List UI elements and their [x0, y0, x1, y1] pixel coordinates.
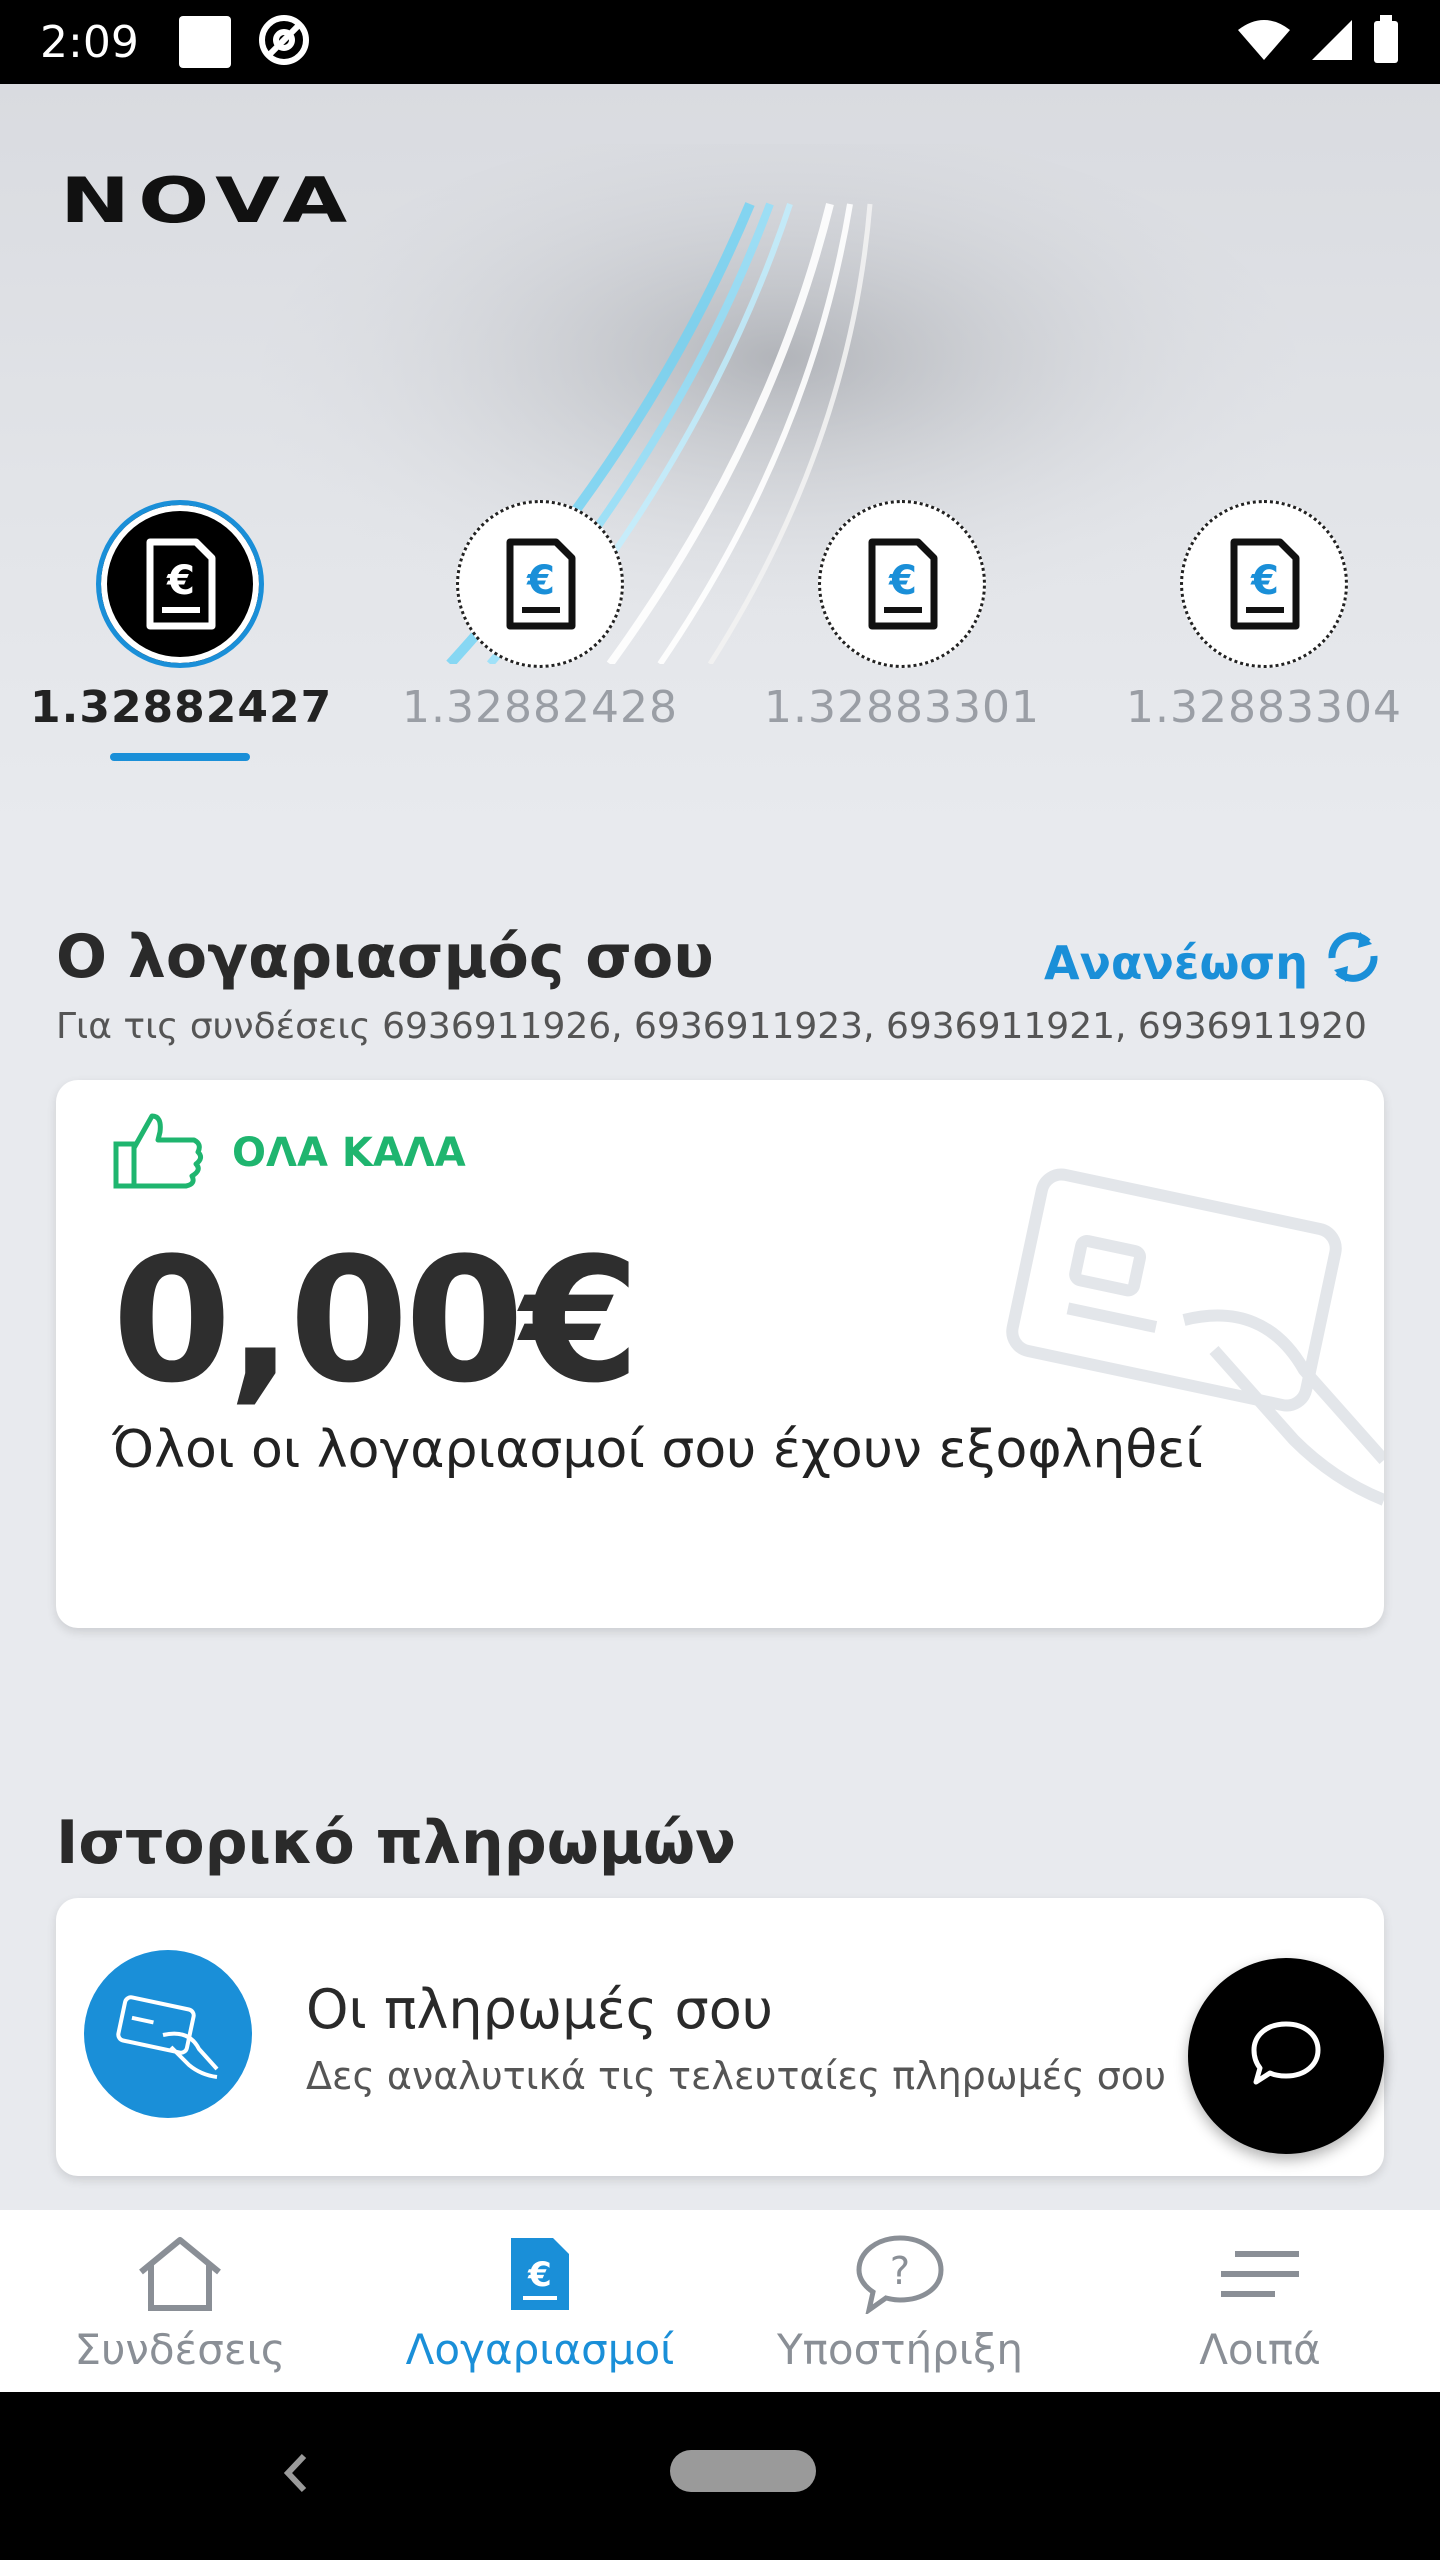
account-number: 1.32882427	[30, 682, 333, 733]
card-hand-illustration	[1006, 1168, 1384, 1506]
signal-icon	[1310, 18, 1354, 67]
account-number: 1.32883301	[764, 682, 1040, 733]
balance-card[interactable]: ΟΛΑ ΚΑΛΑ 0,00€ Όλοι οι λογαριασμοί σου έ…	[56, 1080, 1384, 1628]
refresh-button[interactable]: Ανανέωση	[1044, 928, 1384, 997]
payments-card[interactable]: Οι πληρωμές σου Δες αναλυτικά τις τελευτ…	[56, 1898, 1384, 2176]
nav-more[interactable]: Λοιπά	[1080, 2210, 1440, 2392]
nav-connections[interactable]: Συνδέσεις	[0, 2210, 360, 2392]
nav-label: Λοιπά	[1199, 2325, 1321, 2374]
svg-text:€: €	[888, 558, 917, 604]
svg-text:€: €	[1250, 558, 1279, 604]
thumbs-up-icon	[112, 1110, 208, 1195]
bill-icon: €	[456, 500, 624, 668]
account-number: 1.32883304	[1126, 682, 1402, 733]
home-icon	[135, 2234, 225, 2319]
status-bar: 2:09	[0, 0, 1440, 84]
nav-label: Λογαριασμοί	[405, 2325, 675, 2374]
system-navigation-bar	[0, 2392, 1440, 2560]
wifi-icon	[1236, 18, 1292, 67]
battery-icon	[1372, 14, 1400, 70]
refresh-label: Ανανέωση	[1043, 935, 1308, 990]
bottom-navigation: Συνδέσεις € Λογαριασμοί ? Υποστήριξη Λοι…	[0, 2210, 1440, 2392]
at-sign-icon	[257, 13, 311, 72]
payments-item-title: Οι πληρωμές σου	[306, 1978, 774, 2041]
payment-card-icon	[84, 1950, 252, 2118]
back-icon[interactable]	[278, 2450, 312, 2501]
bill-icon: €	[1180, 500, 1348, 668]
account-tab-3[interactable]: € 1.32883301	[752, 500, 1052, 733]
paid-message: Όλοι οι λογαριασμοί σου έχουν εξοφληθεί	[112, 1420, 1203, 1480]
svg-text:€: €	[527, 2255, 552, 2295]
notification-square-icon	[178, 16, 231, 68]
nav-bills[interactable]: € Λογαριασμοί	[360, 2210, 720, 2392]
account-number: 1.32882428	[402, 682, 678, 733]
help-icon: ?	[855, 2234, 945, 2319]
bill-icon: €	[818, 500, 986, 668]
svg-text:€: €	[166, 558, 195, 604]
active-tab-indicator	[110, 753, 250, 761]
nav-label: Υποστήριξη	[776, 2325, 1024, 2374]
account-selector: € 1.32882427 € 1.32882428 € 1.32883301 €…	[0, 500, 1440, 790]
status-row: ΟΛΑ ΚΑΛΑ	[112, 1110, 466, 1195]
payments-item-subtitle: Δες αναλυτικά τις τελευταίες πληρωμές σο…	[306, 2054, 1167, 2098]
chat-bubble-icon	[1248, 2018, 1324, 2095]
home-pill-button[interactable]	[670, 2450, 816, 2492]
nav-label: Συνδέσεις	[74, 2325, 286, 2374]
status-ok-label: ΟΛΑ ΚΑΛΑ	[232, 1129, 466, 1176]
chat-button[interactable]	[1188, 1958, 1384, 2154]
bill-icon: €	[507, 2234, 573, 2319]
account-tab-4[interactable]: € 1.32883304	[1114, 500, 1414, 733]
balance-amount: 0,00€	[112, 1220, 640, 1421]
svg-text:€: €	[526, 558, 555, 604]
nav-support[interactable]: ? Υποστήριξη	[720, 2210, 1080, 2392]
status-icons	[1236, 14, 1400, 70]
account-tab-1[interactable]: € 1.32882427	[30, 500, 333, 761]
status-time: 2:09	[40, 16, 139, 68]
payments-section-title: Ιστορικό πληρωμών	[56, 1808, 737, 1878]
connections-subtitle: Για τις συνδέσεις 6936911926, 6936911923…	[56, 1006, 1367, 1047]
menu-icon	[1215, 2234, 1305, 2319]
bill-icon: €	[96, 500, 264, 668]
account-tab-2[interactable]: € 1.32882428	[390, 500, 690, 733]
nova-logo: NOVA	[60, 164, 356, 237]
svg-text:?: ?	[890, 2249, 910, 2293]
refresh-icon	[1322, 928, 1384, 997]
account-section-title: Ο λογαριασμός σου	[56, 922, 714, 992]
